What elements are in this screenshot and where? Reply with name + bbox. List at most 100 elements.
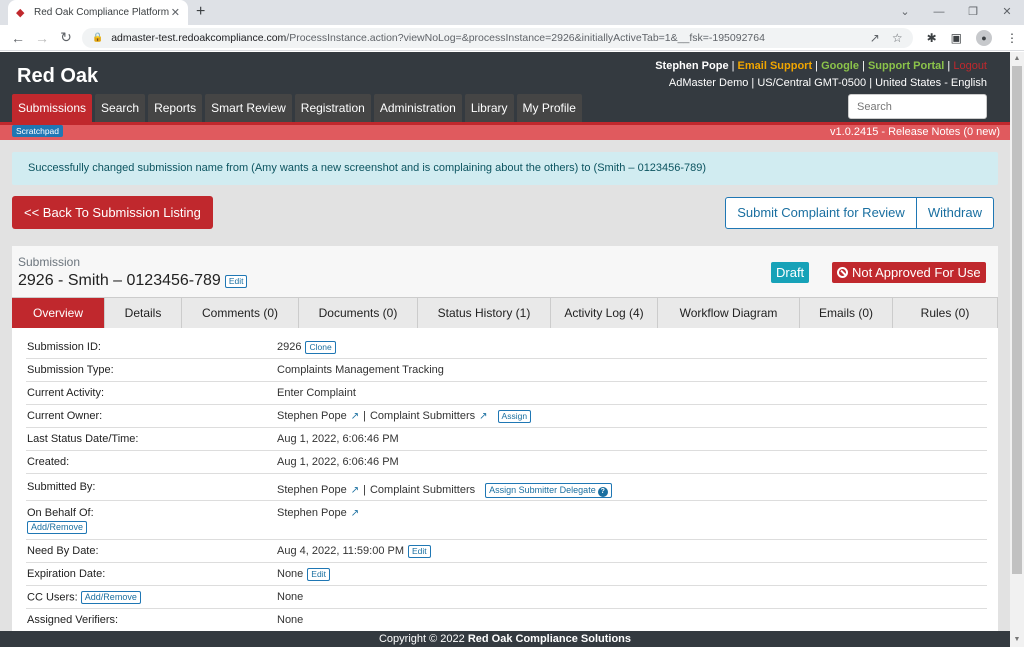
nav-smart-review[interactable]: Smart Review [205,94,292,122]
on-behalf-add-remove-button[interactable]: Add/Remove [27,521,88,534]
tab-emails[interactable]: Emails (0) [800,298,893,328]
user-links: Stephen Pope | Email Support | Google | … [655,60,987,72]
google-link[interactable]: Google [821,60,859,72]
url-path: /ProcessInstance.action?viewNoLog=&proce… [286,31,765,44]
last-status-value: Aug 1, 2022, 6:06:46 PM [277,433,399,445]
nav-search[interactable]: Search [95,94,146,122]
scroll-thumb[interactable] [1012,66,1022,574]
row-cc-users: CC Users: Add/Remove None [26,586,987,609]
assign-button[interactable]: Assign [497,409,532,423]
footer: Copyright © 2022 Red Oak Compliance Solu… [0,631,1010,647]
main-nav: Submissions Search Reports Smart Review … [12,94,582,122]
tab-overview[interactable]: Overview [12,298,105,328]
tab-workflow-diagram[interactable]: Workflow Diagram [658,298,800,328]
company-name: Red Oak Compliance Solutions [467,633,632,645]
row-on-behalf-of: On Behalf Of: Add/Remove Stephen Pope ↗ [26,501,987,540]
tab-status-history[interactable]: Status History (1) [418,298,551,328]
row-need-by-date: Need By Date: Aug 4, 2022, 11:59:00 PM Ed… [26,540,987,563]
tab-title: Red Oak Compliance Platform [34,7,170,18]
withdraw-button[interactable]: Withdraw [915,198,993,228]
nav-reports[interactable]: Reports [148,94,203,122]
submit-for-review-button[interactable]: Submit Complaint for Review [726,198,916,228]
submission-title: 2926 - Smith – 0123456-789 Edit [18,272,248,290]
tab-documents[interactable]: Documents (0) [299,298,418,328]
edit-expiration-button[interactable]: Edit [307,567,330,581]
submission-label: Submission [18,255,81,269]
scratchpad-button[interactable]: Scratchpad [12,125,63,137]
edit-need-by-button[interactable]: Edit [408,544,431,558]
overview-panel: Submission ID: 2926 Clone Submission Type… [12,328,998,647]
nav-library[interactable]: Library [464,94,514,122]
success-alert: Successfully changed submission name fro… [12,152,998,185]
tab-activity-log[interactable]: Activity Log (4) [551,298,658,328]
brand-logo[interactable]: Red Oak [17,65,98,88]
external-link-icon[interactable]: ↗ [351,508,359,519]
owner-group-link[interactable]: Complaint Submitters [370,410,475,422]
clone-button[interactable]: Clone [305,340,336,354]
ban-icon [837,267,848,278]
on-behalf-user-link[interactable]: Stephen Pope [277,507,347,519]
cc-add-remove-button[interactable]: Add/Remove [80,590,141,604]
url-input[interactable]: 🔒 admaster-test.redoakcompliance.com/Pro… [82,27,913,48]
side-panel-icon[interactable]: ▣ [951,31,962,45]
nav-registration[interactable]: Registration [294,94,371,122]
back-to-listing-button[interactable]: << Back To Submission Listing [12,196,213,229]
scroll-up-arrow-icon[interactable]: ▲ [1010,52,1024,66]
help-icon[interactable]: ? [597,486,608,497]
row-last-status: Last Status Date/Time: Aug 1, 2022, 6:06… [26,428,987,451]
url-host: admaster-test.redoakcompliance.com [111,31,287,44]
cc-users-value: None [277,591,304,603]
support-portal-link[interactable]: Support Portal [868,60,944,72]
scroll-down-arrow-icon[interactable]: ▼ [1010,633,1024,647]
submission-card: Submission 2926 - Smith – 0123456-789 Ed… [12,246,998,647]
bookmark-star-icon[interactable]: ☆ [892,31,903,45]
assign-submitter-delegate-button[interactable]: Assign Submitter Delegate? [485,482,612,498]
back-arrow-icon[interactable]: ← [6,30,30,46]
row-submitted-by: Submitted By: Stephen Pope ↗ | Complaint S… [26,474,987,501]
row-submission-type: Submission Type: Complaints Management T… [26,359,987,382]
search-input[interactable] [848,94,987,119]
owner-user-link[interactable]: Stephen Pope [277,410,347,422]
close-window-icon[interactable]: ✕ [990,0,1024,25]
release-notes-link[interactable]: v1.0.2415 - Release Notes (0 new) [830,126,1000,138]
edit-name-button[interactable]: Edit [224,274,248,288]
tab-rules[interactable]: Rules (0) [893,298,998,328]
new-tab-icon[interactable]: + [196,3,205,21]
submitter-group: Complaint Submitters [369,484,476,496]
profile-avatar-icon[interactable]: ● [976,29,992,46]
external-link-icon[interactable]: ↗ [479,411,487,422]
nav-my-profile[interactable]: My Profile [516,94,582,122]
submission-tabs: Overview Details Comments (0) Documents … [12,297,998,328]
reload-icon[interactable]: ↻ [54,29,78,46]
approval-text: Not Approved For Use [852,265,981,280]
assigned-verifiers-value: None [277,614,304,626]
page-scrollbar[interactable]: ▲ ▼ [1010,52,1024,647]
tab-comments[interactable]: Comments (0) [182,298,299,328]
external-link-icon[interactable]: ↗ [351,411,359,422]
logout-link[interactable]: Logout [953,60,987,72]
page-viewport: Red Oak Stephen Pope | Email Support | G… [0,52,1024,647]
submitter-user-link[interactable]: Stephen Pope [277,484,347,496]
row-created: Created: Aug 1, 2022, 6:06:46 PM [26,451,987,474]
email-support-link[interactable]: Email Support [738,60,813,72]
page: Red Oak Stephen Pope | Email Support | G… [0,52,1010,647]
created-value: Aug 1, 2022, 6:06:46 PM [277,456,399,468]
expiration-value: None [277,568,304,580]
nav-submissions[interactable]: Submissions [12,94,93,122]
share-icon[interactable]: ↗ [870,31,880,45]
window-controls: ⌄ — ❐ ✕ [888,0,1024,25]
menu-kebab-icon[interactable]: ⋮ [1006,31,1018,45]
external-link-icon[interactable]: ↗ [351,485,359,496]
user-name[interactable]: Stephen Pope [655,60,728,72]
red-oak-favicon-icon: ◆ [16,6,25,19]
minimize-icon[interactable]: — [922,0,956,25]
extensions-puzzle-icon[interactable]: ✱ [927,31,937,45]
nav-administration[interactable]: Administration [373,94,462,122]
forward-arrow-icon[interactable]: → [30,30,54,46]
restore-icon[interactable]: ❐ [956,0,990,25]
tab-search-icon[interactable]: ⌄ [888,0,922,25]
browser-tab[interactable]: ◆ Red Oak Compliance Platform ✕ [8,0,188,25]
close-tab-icon[interactable]: ✕ [171,6,180,19]
tab-details[interactable]: Details [105,298,182,328]
submission-id-value: 2926 [277,341,302,353]
